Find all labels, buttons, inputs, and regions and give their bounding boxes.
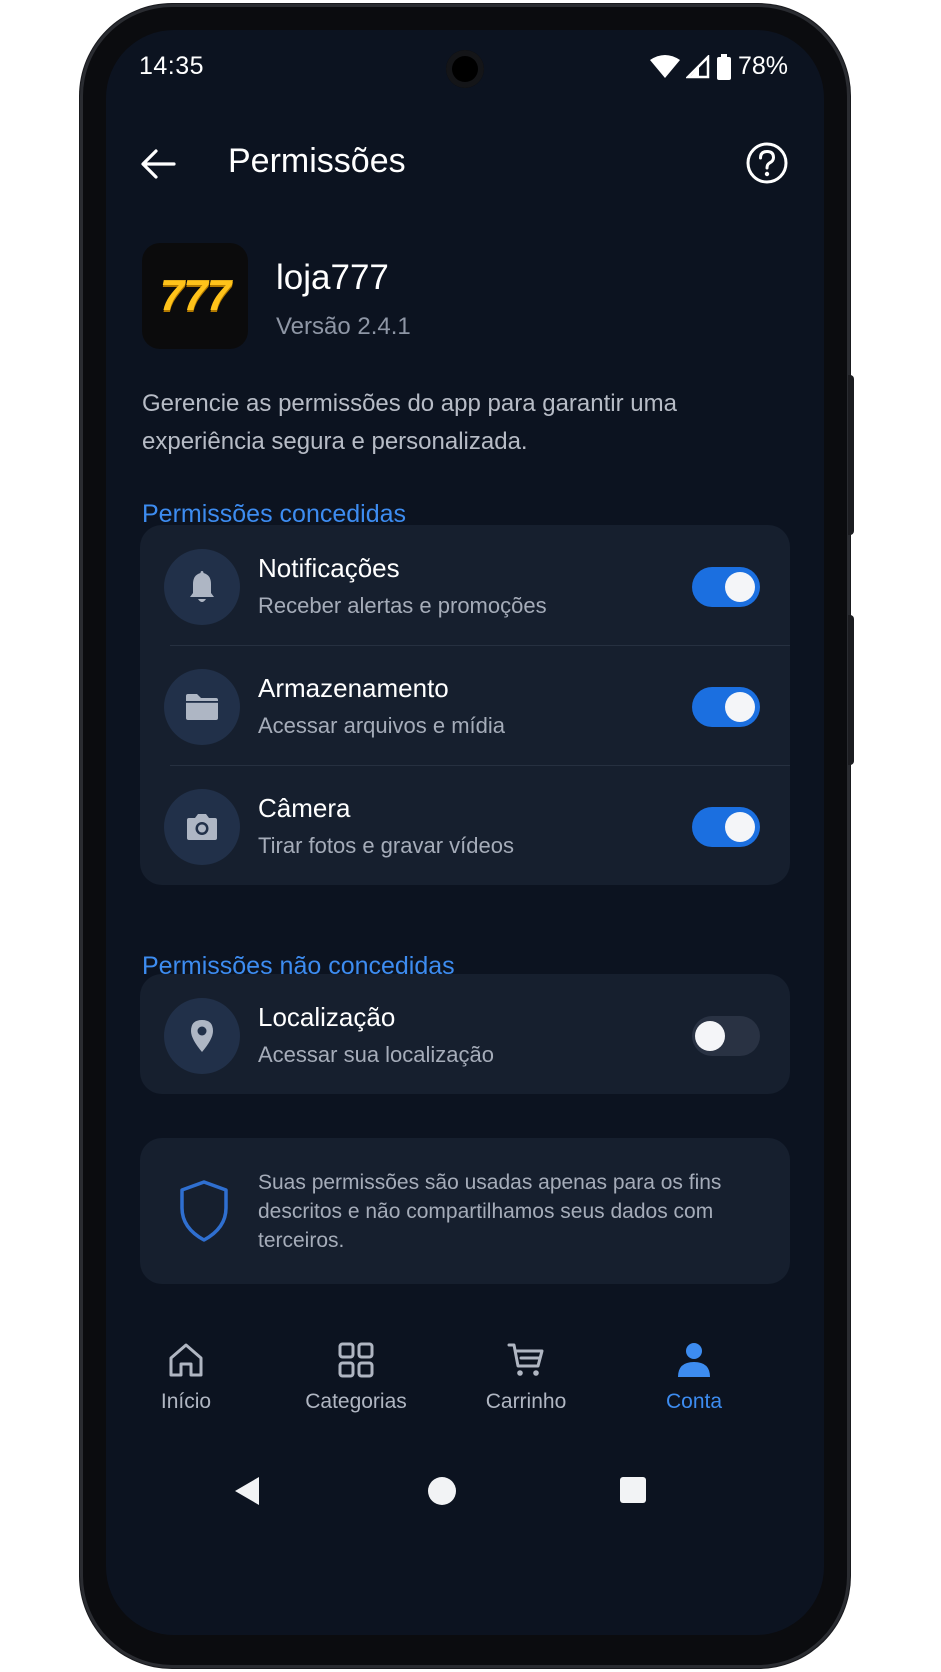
permission-title: Notificações [258,553,400,583]
person-icon [678,1343,710,1377]
toggle-knob [695,1021,725,1051]
nav-item-home[interactable]: Início [116,1340,256,1414]
toggle-knob [725,812,755,842]
nav-item-categories[interactable]: Categorias [286,1340,426,1414]
permission-row-notifications[interactable]: Notificações Receber alertas e promoções [140,525,790,645]
privacy-info-text: Suas permissões são usadas apenas para o… [258,1171,722,1252]
bell-icon [164,549,240,625]
nav-label: Conta [665,1390,723,1413]
system-recent-apps-icon[interactable] [620,1477,646,1503]
wifi-icon [649,54,680,78]
nav-label: Carrinho [485,1390,567,1413]
nav-label: Categorias [305,1390,407,1413]
status-icons: 78% [649,52,788,81]
permission-row-storage[interactable]: Armazenamento Acessar arquivos e mídia [140,645,790,765]
status-time: 14:35 [139,52,205,80]
shield-icon [180,1180,228,1242]
power-button [848,615,854,765]
camera-toggle[interactable] [692,807,760,847]
permission-subtitle: Acessar sua localização [258,1042,495,1067]
cart-icon [507,1343,544,1376]
permission-title: Localização [258,1002,396,1032]
permission-title: Armazenamento [258,673,449,703]
signal-icon [685,54,710,78]
system-home-icon[interactable] [428,1477,456,1505]
app-logo-text: 777 [159,271,231,320]
nav-label: Início [160,1390,212,1413]
privacy-info-card: Suas permissões são usadas apenas para o… [140,1138,790,1284]
permission-subtitle: Tirar fotos e gravar vídeos [258,833,514,858]
battery-icon [716,53,731,80]
location-toggle[interactable] [692,1016,760,1056]
system-navigation [106,1465,824,1525]
bottom-navigation: Início Categorias Carrinho Conta [106,1340,824,1450]
folder-icon [164,669,240,745]
description-text: Gerencie as permissões do app para garan… [142,390,677,455]
screen: 14:35 78% Permissões 777 loja777 Versão … [106,30,824,1635]
permission-subtitle: Acessar arquivos e mídia [258,713,505,738]
toggle-knob [725,572,755,602]
grid-icon [338,1342,374,1378]
system-back-icon[interactable] [232,1475,262,1507]
help-icon[interactable] [744,140,790,186]
app-name: loja777 [276,258,389,297]
permission-title: Câmera [258,793,351,823]
storage-toggle[interactable] [692,687,760,727]
location-pin-icon [164,998,240,1074]
battery-percent: 78% [737,52,788,80]
back-arrow-icon[interactable] [136,142,180,186]
toggle-knob [725,692,755,722]
notifications-toggle[interactable] [692,567,760,607]
denied-permissions-card: Localização Acessar sua localização [140,974,790,1094]
home-icon [169,1343,203,1377]
page-title: Permissões [228,142,406,180]
volume-button [848,375,854,535]
app-version: Versão 2.4.1 [276,313,411,340]
app-logo: 777 [142,243,248,349]
nav-item-account[interactable]: Conta [624,1340,764,1414]
permission-row-camera[interactable]: Câmera Tirar fotos e gravar vídeos [140,765,790,885]
camera-icon [164,789,240,865]
nav-item-cart[interactable]: Carrinho [456,1340,596,1414]
permission-subtitle: Receber alertas e promoções [258,593,547,618]
granted-permissions-card: Notificações Receber alertas e promoções… [140,525,790,885]
permission-row-location[interactable]: Localização Acessar sua localização [140,974,790,1094]
front-camera [446,50,484,88]
